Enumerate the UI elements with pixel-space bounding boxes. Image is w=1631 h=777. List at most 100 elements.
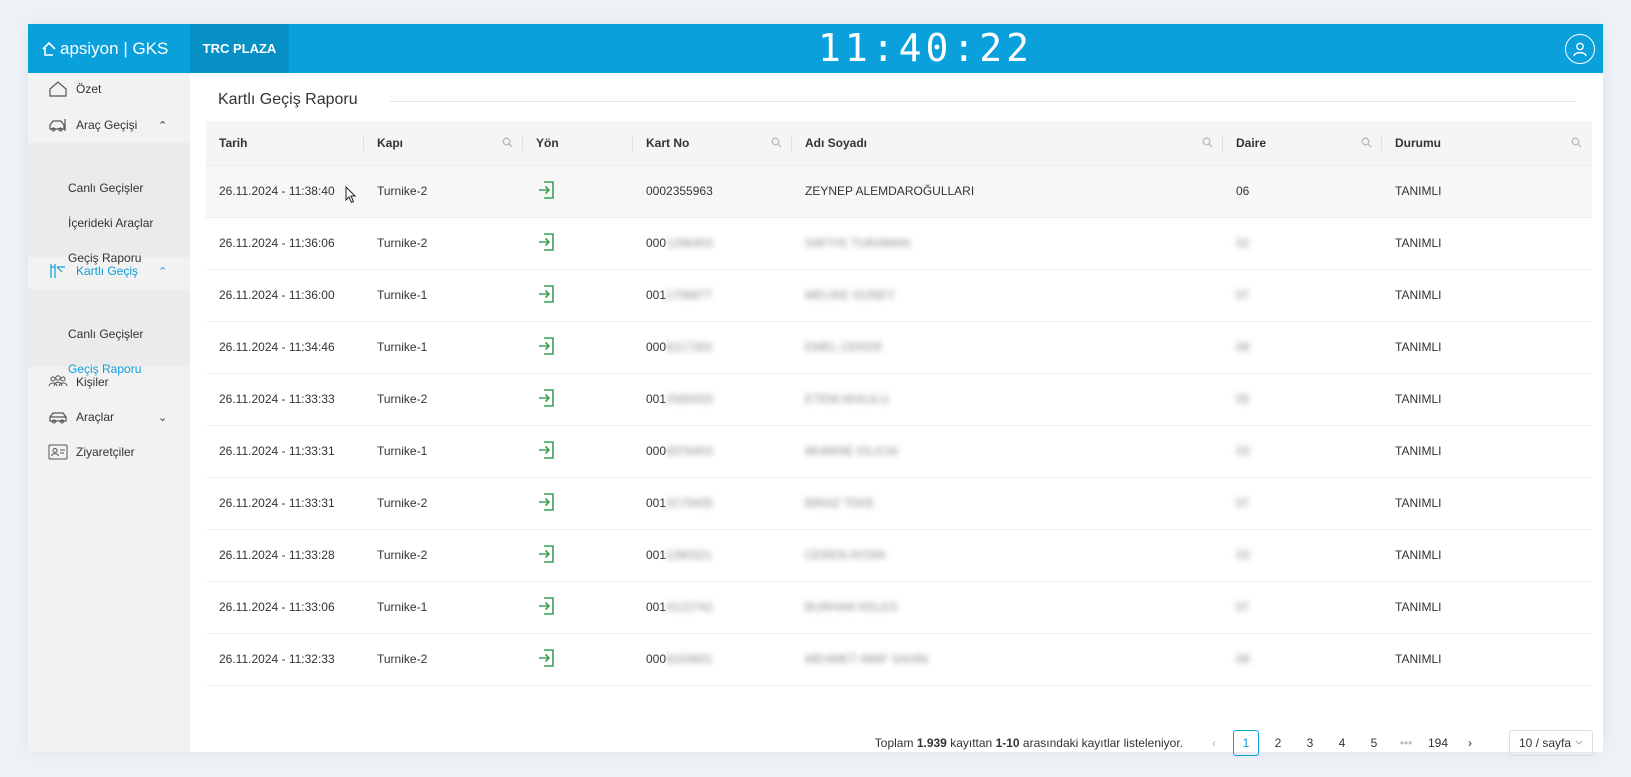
cell-kapi: Turnike-1 <box>364 581 523 634</box>
arac-submenu <box>28 143 190 257</box>
sidebar-item-kartli-gecis[interactable]: Kartlı Geçiş ⌃ <box>28 255 190 287</box>
page-last-button[interactable]: 194 <box>1425 730 1451 756</box>
cell-tarih: 26.11.2024 - 11:36:00 <box>206 269 364 322</box>
pagination-total: Toplam 1.939 kayıttan 1-10 arasındaki ka… <box>874 736 1183 750</box>
cell-kart-no: 0011280321 <box>633 529 792 582</box>
sidebar-item-label: Araç Geçişi <box>76 118 138 132</box>
page-1-button[interactable]: 1 <box>1233 730 1259 756</box>
table-row[interactable]: 26.11.2024 - 11:33:06 Turnike-1 0014122742… <box>206 581 1592 634</box>
sidebar-item-ozet[interactable]: Özet <box>28 73 190 105</box>
next-page-button[interactable]: › <box>1457 730 1483 756</box>
cell-durumu: TANIMLI <box>1382 633 1592 686</box>
cell-adi-soyadi: CEREN AYDIN <box>792 529 1223 582</box>
table-row[interactable]: 26.11.2024 - 11:38:40 Turnike-2 0002355963… <box>206 165 1592 218</box>
table-row[interactable]: 26.11.2024 - 11:33:33 Turnike-2 0012560433… <box>206 373 1592 426</box>
entry-arrow-icon <box>539 336 554 355</box>
column-header-tarih: Tarih <box>206 121 364 166</box>
entry-arrow-icon <box>539 648 554 667</box>
search-icon[interactable] <box>771 137 782 148</box>
cell-kapi: Turnike-1 <box>364 425 523 478</box>
page-3-button[interactable]: 3 <box>1297 730 1323 756</box>
brand-name: apsiyon | GKS <box>60 38 169 58</box>
sidebar-item-kisiler[interactable]: Kişiler <box>28 366 190 398</box>
entry-arrow-icon <box>539 440 554 459</box>
sidebar-item-araclar[interactable]: Araçlar ⌄ <box>28 401 190 433</box>
cell-kapi: Turnike-2 <box>364 529 523 582</box>
sidebar-item-ziyaretciler[interactable]: Ziyaretçiler <box>28 436 190 468</box>
cell-durumu: TANIMLI <box>1382 269 1592 322</box>
search-icon[interactable] <box>502 137 513 148</box>
brand-logo[interactable]: apsiyon | GKS <box>40 24 190 73</box>
car-icon <box>49 412 67 424</box>
clock-display: 11:40:22 <box>818 26 1034 70</box>
column-header-daire: Daire <box>1223 121 1382 166</box>
cell-tarih: 26.11.2024 - 11:33:06 <box>206 581 364 634</box>
cell-daire: 07 <box>1223 477 1382 530</box>
top-bar: apsiyon | GKS TRC PLAZA 11:40:22 <box>28 24 1603 73</box>
cell-adi-soyadi: SAFIYE TURAMAN <box>792 217 1223 270</box>
sidebar-item-label: Kartlı Geçiş <box>76 264 139 278</box>
cell-kapi: Turnike-2 <box>364 217 523 270</box>
site-selector[interactable]: TRC PLAZA <box>190 24 289 73</box>
sidebar-sub-icerideki-araclar[interactable]: İçerideki Araçlar <box>68 216 153 230</box>
sidebar: Özet Araç Geçişi ⌃ Canlı Geçişler İçerid… <box>28 73 190 752</box>
column-header-kapi: Kapı <box>364 121 523 166</box>
cell-kart-no: 0001296403 <box>633 217 792 270</box>
column-header-durumu: Durumu <box>1382 121 1592 166</box>
ellipsis-jump-button[interactable]: ••• <box>1393 730 1419 756</box>
cell-kart-no: 0013170405 <box>633 477 792 530</box>
cell-kapi: Turnike-1 <box>364 321 523 374</box>
cell-daire: 08 <box>1223 321 1382 374</box>
cell-yon <box>523 529 633 582</box>
cell-durumu: TANIMLI <box>1382 321 1592 374</box>
entry-arrow-icon <box>539 544 554 563</box>
table-row[interactable]: 26.11.2024 - 11:36:00 Turnike-1 0011708877… <box>206 269 1592 322</box>
cell-tarih: 26.11.2024 - 11:33:28 <box>206 529 364 582</box>
cell-kart-no: 0002355963 <box>633 165 792 218</box>
table-row[interactable]: 26.11.2024 - 11:36:06 Turnike-2 0001296403… <box>206 217 1592 270</box>
cell-yon <box>523 269 633 322</box>
page-4-button[interactable]: 4 <box>1329 730 1355 756</box>
cell-tarih: 26.11.2024 - 11:38:40 <box>206 165 364 218</box>
sidebar-item-arac-gecisi[interactable]: Araç Geçişi ⌃ <box>28 109 190 141</box>
cell-yon <box>523 477 633 530</box>
cell-tarih: 26.11.2024 - 11:34:46 <box>206 321 364 374</box>
cell-durumu: TANIMLI <box>1382 581 1592 634</box>
cell-yon <box>523 321 633 374</box>
sidebar-sub-canli-gecisler-kart[interactable]: Canlı Geçişler <box>68 327 143 341</box>
cell-tarih: 26.11.2024 - 11:36:06 <box>206 217 364 270</box>
cell-kapi: Turnike-2 <box>364 165 523 218</box>
table-row[interactable]: 26.11.2024 - 11:33:31 Turnike-1 0009376403… <box>206 425 1592 478</box>
search-icon[interactable] <box>1571 137 1582 148</box>
search-icon[interactable] <box>1361 137 1372 148</box>
cell-tarih: 26.11.2024 - 11:33:31 <box>206 425 364 478</box>
page-2-button[interactable]: 2 <box>1265 730 1291 756</box>
cell-adi-soyadi: MELIKE GUNEY <box>792 269 1223 322</box>
cell-kart-no: 0008117263 <box>633 321 792 374</box>
cell-daire: 02 <box>1223 217 1382 270</box>
table-row[interactable]: 26.11.2024 - 11:32:33 Turnike-2 0008163601… <box>206 633 1592 686</box>
cell-kapi: Turnike-2 <box>364 477 523 530</box>
cell-kapi: Turnike-2 <box>364 373 523 426</box>
prev-page-button[interactable]: ‹ <box>1201 730 1227 756</box>
cell-yon <box>523 633 633 686</box>
cell-adi-soyadi: ETEM AKKULU <box>792 373 1223 426</box>
app-window: apsiyon | GKS TRC PLAZA 11:40:22 Özet Ar… <box>28 24 1603 756</box>
table-row[interactable]: 26.11.2024 - 11:33:31 Turnike-2 0013170405… <box>206 477 1592 530</box>
table-row[interactable]: 26.11.2024 - 11:33:28 Turnike-2 0011280321… <box>206 529 1592 582</box>
cell-yon <box>523 373 633 426</box>
sidebar-item-label: Araçlar <box>76 410 115 424</box>
user-menu-button[interactable] <box>1565 34 1595 64</box>
cell-daire: 07 <box>1223 581 1382 634</box>
cell-durumu: TANIMLI <box>1382 217 1592 270</box>
search-icon[interactable] <box>1202 137 1213 148</box>
cell-kapi: Turnike-2 <box>364 633 523 686</box>
cell-adi-soyadi: MUMINE KILICAI <box>792 425 1223 478</box>
entry-arrow-icon <box>539 596 554 615</box>
sidebar-sub-canli-gecisler[interactable]: Canlı Geçişler <box>68 181 143 195</box>
cell-daire: 06 <box>1223 165 1382 218</box>
table-row[interactable]: 26.11.2024 - 11:34:46 Turnike-1 0008117263… <box>206 321 1592 374</box>
page-5-button[interactable]: 5 <box>1361 730 1387 756</box>
page-size-select[interactable]: 10 / sayfa <box>1509 730 1593 756</box>
cell-kart-no: 0009376403 <box>633 425 792 478</box>
